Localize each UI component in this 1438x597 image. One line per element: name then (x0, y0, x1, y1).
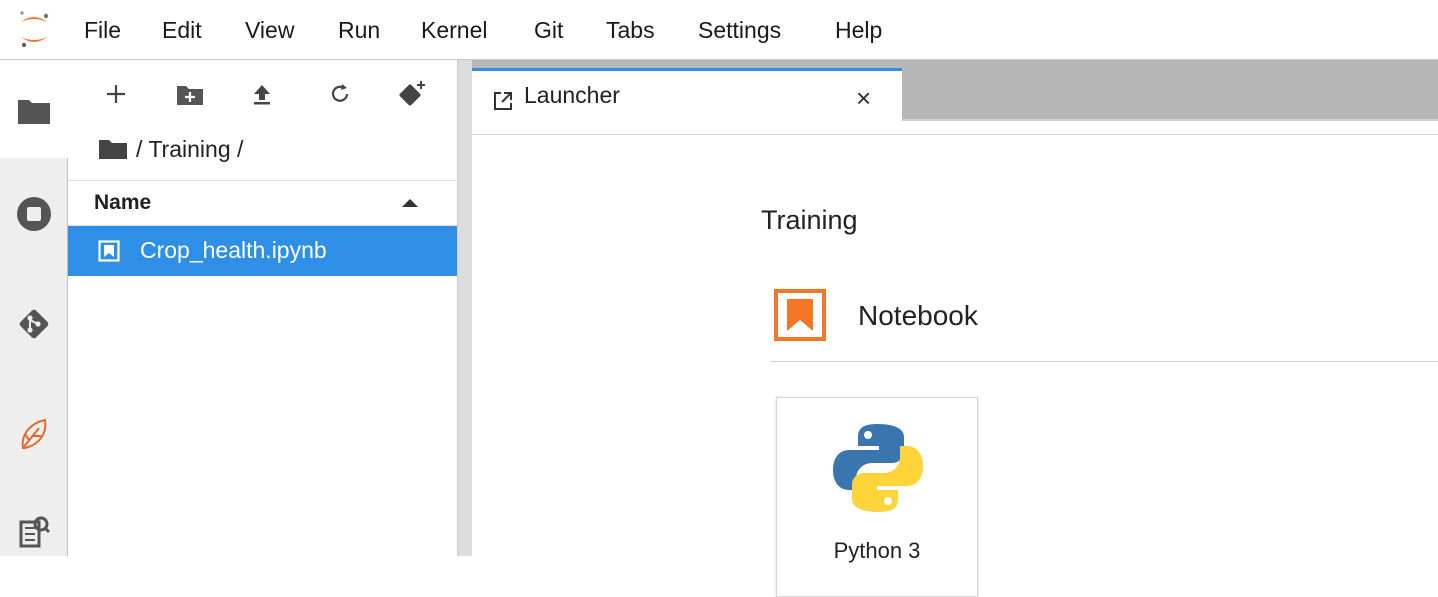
menu-run[interactable]: Run (338, 16, 380, 44)
launcher-panel: Training Notebook Python 3 (472, 134, 1438, 597)
kernel-label: Python 3 (833, 538, 921, 563)
git-clone-icon[interactable] (394, 76, 430, 112)
menu-view[interactable]: View (245, 16, 294, 44)
menu-kernel[interactable]: Kernel (421, 16, 487, 44)
activity-bar (0, 60, 68, 556)
property-inspector-icon[interactable] (14, 512, 54, 552)
name-column-header[interactable]: Name (94, 191, 151, 215)
running-sessions-icon[interactable] (14, 194, 54, 234)
jupyter-logo-icon (20, 11, 49, 48)
section-divider (770, 361, 1438, 362)
menu-settings[interactable]: Settings (698, 16, 781, 44)
upload-icon[interactable] (244, 76, 280, 112)
notebook-file-icon (98, 240, 120, 262)
breadcrumb: / Training / (98, 134, 243, 164)
file-name: Crop_health.ipynb (140, 237, 327, 263)
extension-icon[interactable] (14, 414, 54, 454)
menu-git[interactable]: Git (534, 16, 563, 44)
list-item[interactable]: Crop_health.ipynb (68, 226, 457, 276)
tab-bar-divider (902, 119, 1438, 121)
sort-ascending-icon[interactable] (401, 197, 419, 209)
close-icon[interactable]: × (856, 85, 871, 111)
tab-launcher[interactable]: Launcher × (472, 68, 902, 142)
menu-tabs[interactable]: Tabs (606, 16, 655, 44)
breadcrumb-folder-icon[interactable] (98, 138, 128, 160)
refresh-icon[interactable] (322, 76, 358, 112)
panel-resize-handle[interactable] (458, 60, 472, 556)
launcher-section-title: Notebook (858, 300, 978, 331)
git-icon[interactable] (14, 304, 54, 344)
menu-file[interactable]: File (84, 16, 121, 44)
file-list-header: Name (68, 180, 457, 226)
tab-bar: Launcher × (472, 60, 1438, 142)
tab-label: Launcher (524, 82, 620, 108)
folder-icon[interactable] (14, 90, 54, 130)
file-browser: / Training / Name Crop_health.ipynb (68, 60, 458, 556)
menu-help[interactable]: Help (835, 16, 882, 44)
python-logo-icon (833, 424, 923, 512)
menu-edit[interactable]: Edit (162, 16, 202, 44)
launcher-cwd-title: Training (761, 205, 858, 235)
launcher-tab-icon (494, 92, 512, 110)
menu-bar: File Edit View Run Kernel Git Tabs Setti… (0, 0, 1438, 60)
breadcrumb-path[interactable]: / Training / (136, 136, 243, 163)
python3-kernel-card[interactable]: Python 3 (776, 397, 978, 597)
new-folder-icon[interactable] (172, 76, 208, 112)
notebook-section-icon (774, 289, 826, 341)
new-launcher-icon[interactable] (98, 76, 134, 112)
